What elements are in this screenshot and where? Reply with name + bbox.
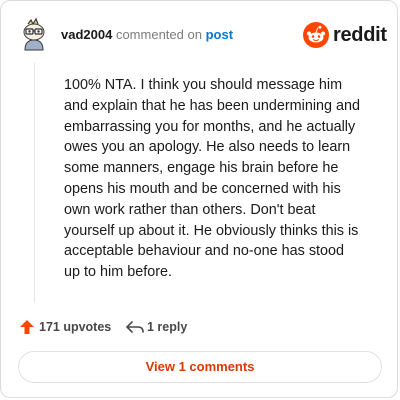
action-text: commented on [115,27,202,42]
reply-arrow-icon[interactable] [125,319,145,335]
upvote-count: 171 upvotes [39,320,112,334]
username[interactable]: vad2004 [61,27,112,42]
brand-wordmark: reddit [333,24,387,46]
comment-card: vad2004 commented on post reddit 100% NT… [0,0,398,398]
comment-byline: vad2004 commented on post [61,27,233,43]
thread-line[interactable] [34,63,35,303]
reddit-logo-icon [303,22,329,48]
upvote-arrow-icon[interactable] [19,319,35,335]
reddit-brand[interactable]: reddit [303,21,387,49]
reply-count[interactable]: 1 reply [147,320,187,334]
post-link[interactable]: post [206,27,233,42]
avatar[interactable] [17,17,51,51]
view-comments-button[interactable]: View 1 comments [18,351,382,383]
comment-header: vad2004 commented on post reddit [15,17,387,53]
comment-body: 100% NTA. I think you should message him… [64,77,361,281]
